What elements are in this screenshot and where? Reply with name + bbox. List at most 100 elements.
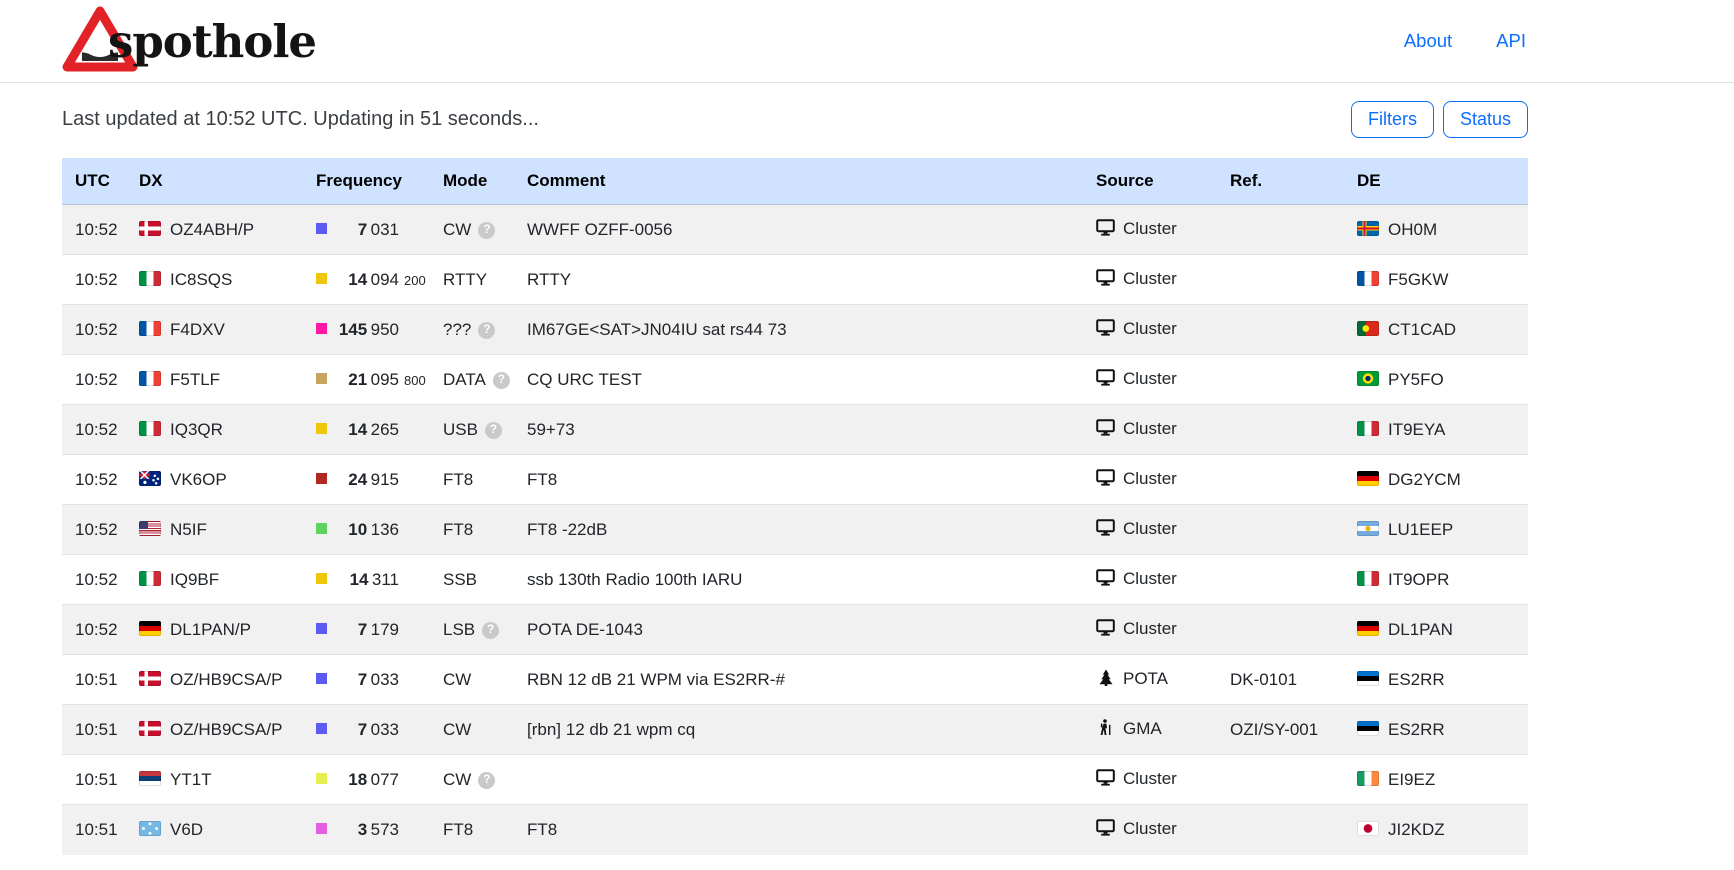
mode-label: CW [443, 720, 471, 739]
frequency-value: 7 033 [335, 670, 399, 690]
mode-label: FT8 [443, 470, 473, 489]
source-label: Cluster [1123, 519, 1177, 538]
utc-cell: 10:51 [62, 805, 126, 855]
frequency-mhz: 21 [348, 370, 367, 389]
mode-help-icon[interactable]: ? [482, 622, 499, 639]
frequency-cell: 7 031 [303, 205, 430, 255]
tree-icon [1096, 669, 1115, 691]
source-cell: Cluster [1083, 255, 1217, 305]
column-header-de: DE [1344, 158, 1528, 205]
comment-cell: ssb 130th Radio 100th IARU [514, 555, 1083, 605]
mode-help-icon[interactable]: ? [478, 222, 495, 239]
mode-help-icon[interactable]: ? [485, 422, 502, 439]
de-callsign[interactable]: IT9EYA [1388, 420, 1445, 439]
utc-cell: 10:51 [62, 755, 126, 805]
de-callsign[interactable]: ES2RR [1388, 670, 1445, 689]
dx-callsign[interactable]: IC8SQS [170, 270, 232, 289]
frequency-value: 14 265 [335, 420, 399, 440]
dx-cell: VK6OP [126, 455, 303, 505]
ref-cell [1217, 205, 1344, 255]
dx-callsign[interactable]: IQ3QR [170, 420, 223, 439]
dx-callsign[interactable]: F5TLF [170, 370, 220, 389]
frequency-cell: 14 265 [303, 405, 430, 455]
mode-label: CW [443, 670, 471, 689]
de-callsign[interactable]: CT1CAD [1388, 320, 1456, 339]
mode-label: RTTY [443, 270, 487, 289]
de-callsign[interactable]: PY5FO [1388, 370, 1444, 389]
frequency-cell: 24 915 [303, 455, 430, 505]
de-callsign[interactable]: DL1PAN [1388, 620, 1453, 639]
dx-callsign[interactable]: F4DXV [170, 320, 225, 339]
dx-cell: N5IF [126, 505, 303, 555]
comment-cell [514, 755, 1083, 805]
column-header-frequency: Frequency [303, 158, 430, 205]
mode-label: FT8 [443, 820, 473, 839]
dx-callsign[interactable]: OZ/HB9CSA/P [170, 670, 282, 689]
band-color-swatch [316, 423, 327, 434]
monitor-icon [1096, 819, 1115, 841]
br-flag-icon [1357, 371, 1379, 386]
spothole-logo[interactable]: spothole [62, 5, 316, 78]
frequency-mhz: 24 [348, 470, 367, 489]
mode-cell: SSB [430, 555, 514, 605]
comment-cell: POTA DE-1043 [514, 605, 1083, 655]
dx-callsign[interactable]: IQ9BF [170, 570, 219, 589]
column-header-utc: UTC [62, 158, 126, 205]
mode-label: LSB [443, 620, 475, 639]
de-callsign[interactable]: OH0M [1388, 220, 1437, 239]
ref-cell [1217, 805, 1344, 855]
de-callsign[interactable]: ES2RR [1388, 720, 1445, 739]
mode-help-icon[interactable]: ? [478, 772, 495, 789]
de-callsign[interactable]: DG2YCM [1388, 470, 1461, 489]
frequency-hz: 800 [404, 373, 426, 388]
spot-row: 10:51OZ/HB9CSA/P7 033CWRBN 12 dB 21 WPM … [62, 655, 1528, 705]
de-callsign[interactable]: IT9OPR [1388, 570, 1449, 589]
dx-callsign[interactable]: N5IF [170, 520, 207, 539]
frequency-khz: 265 [371, 420, 399, 439]
mode-help-icon[interactable]: ? [493, 372, 510, 389]
de-callsign[interactable]: LU1EEP [1388, 520, 1453, 539]
ref-cell [1217, 405, 1344, 455]
band-color-swatch [316, 223, 327, 234]
mode-cell: DATA? [430, 355, 514, 405]
utc-cell: 10:51 [62, 705, 126, 755]
ref-cell [1217, 305, 1344, 355]
dx-callsign[interactable]: YT1T [170, 770, 212, 789]
source-label: Cluster [1123, 469, 1177, 488]
de-flag-icon [139, 621, 161, 636]
source-cell: Cluster [1083, 805, 1217, 855]
frequency-khz: 915 [371, 470, 399, 489]
dx-callsign[interactable]: OZ/HB9CSA/P [170, 720, 282, 739]
de-callsign[interactable]: JI2KDZ [1388, 820, 1445, 839]
band-color-swatch [316, 673, 327, 684]
hiker-icon [1096, 719, 1115, 741]
jp-flag-icon [1357, 821, 1379, 836]
dx-callsign[interactable]: V6D [170, 820, 203, 839]
de-callsign[interactable]: F5GKW [1388, 270, 1448, 289]
de-callsign[interactable]: EI9EZ [1388, 770, 1435, 789]
brand-title: spothole [108, 15, 316, 68]
ref-cell [1217, 455, 1344, 505]
comment-cell: RBN 12 dB 21 WPM via ES2RR-# [514, 655, 1083, 705]
monitor-icon [1096, 519, 1115, 541]
comment-cell: IM67GE<SAT>JN04IU sat rs44 73 [514, 305, 1083, 355]
monitor-icon [1096, 219, 1115, 241]
spots-tbody: 10:52OZ4ABH/P7 031CW?WWFF OZFF-0056Clust… [62, 205, 1528, 855]
frequency-mhz: 3 [358, 820, 367, 839]
source-cell: Cluster [1083, 405, 1217, 455]
dk-flag-icon [139, 671, 161, 686]
mode-help-icon[interactable]: ? [478, 322, 495, 339]
monitor-icon [1096, 269, 1115, 291]
fm-flag-icon [139, 821, 161, 836]
dx-callsign[interactable]: OZ4ABH/P [170, 220, 254, 239]
status-button[interactable]: Status [1443, 101, 1528, 138]
frequency-cell: 7 033 [303, 705, 430, 755]
band-color-swatch [316, 323, 327, 334]
frequency-khz: 179 [371, 620, 399, 639]
dx-callsign[interactable]: DL1PAN/P [170, 620, 251, 639]
filters-button[interactable]: Filters [1351, 101, 1434, 138]
nav-link-about[interactable]: About [1404, 30, 1452, 52]
comment-cell: FT8 [514, 805, 1083, 855]
dx-callsign[interactable]: VK6OP [170, 470, 227, 489]
nav-link-api[interactable]: API [1496, 30, 1526, 52]
